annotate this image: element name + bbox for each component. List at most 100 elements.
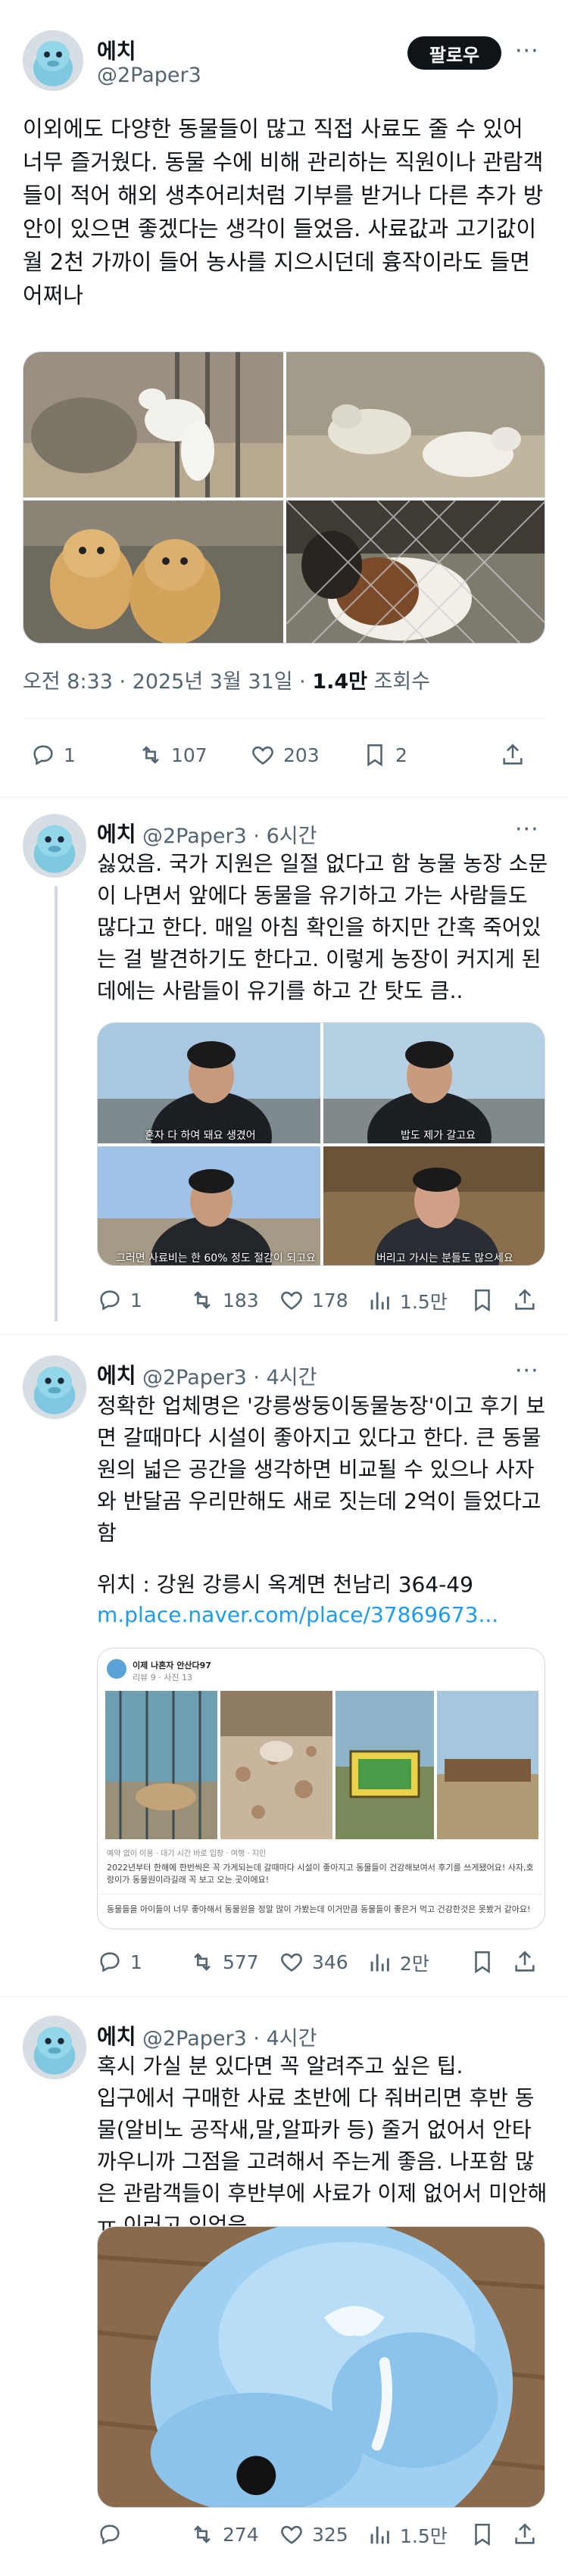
media-farmer-4[interactable] [323,1146,545,1265]
author-handle[interactable]: @2Paper3 · 4시간 [142,2022,317,2051]
review-bottom-text: 동물들을 아이들이 너무 좋아해서 동물원을 정말 많이 가봤는데 이거만큼 동… [107,1904,531,1914]
review-meta-line: 예약 없이 이용 · 대기 시간 바로 입장 · 여행 · 지인 [107,1850,267,1858]
avatar[interactable] [23,814,86,878]
bookmark-button[interactable]: 2 [362,742,407,768]
views-icon [370,2526,389,2544]
avatar[interactable] [23,1355,86,1419]
author-name[interactable]: 에치 [97,35,136,65]
reviewer-name: 이제 나혼자 안산다97 [133,1661,211,1670]
media-pony[interactable] [286,501,545,643]
tweet-text: 이외에도 다양한 동물들이 많고 직접 사료도 줄 수 있어 너무 즐거웠다. … [23,116,544,308]
share-icon [515,1951,535,1972]
avatar[interactable] [23,2016,86,2079]
bookmark-icon [475,1951,490,1974]
reply-icon [100,2525,120,2545]
view-count: 1.4만 [312,670,367,694]
review-text: 2022년부터 한해에 한번씩은 꼭 가게되는데 갈때마다 시설이 좋아지고 동… [107,1863,534,1885]
media-crying-character[interactable] [98,2227,545,2507]
retweet-count: 274 [223,2523,259,2546]
author-handle[interactable]: @2Paper3 [97,64,201,87]
share-icon [503,744,523,765]
reply-button[interactable]: 1 [30,742,76,768]
media-caption: 그러면 사료비는 한 60% 정도 절감이 되고요 [116,1252,316,1265]
review-photo [437,1691,538,1839]
media-caption: 밥도 제가 갈고요 [401,1130,476,1142]
like-count: 346 [312,1951,348,1973]
bookmark-button[interactable] [470,2521,503,2547]
share-button[interactable] [500,742,533,768]
author-name[interactable]: 에치 [97,2020,136,2051]
reply-icon [100,1290,120,1311]
media-caption: 혼자 다 하여 돼요 생겼어 [145,1130,256,1142]
bookmark-button[interactable] [470,1287,503,1313]
more-icon[interactable]: ··· [515,38,539,64]
reply-text: 정확한 업체명은 '강릉쌍둥이동물농장'이고 후기 보면 갈때마다 시설이 좋아… [97,1393,548,1545]
link-preview-card[interactable]: 이제 나혼자 안산다97 리뷰 9 · 사진 13 예약 없이 이용 · 대기 … [97,1648,545,1929]
like-button[interactable]: 178 [279,1287,348,1313]
tweet-media-grid[interactable] [23,351,545,644]
media-white-fox[interactable] [23,352,283,497]
share-button[interactable] [512,1287,545,1313]
author-name[interactable]: 에치 [97,818,136,848]
reply-count: 1 [130,1289,142,1311]
views-icon [370,1954,389,1972]
retweet-icon [194,1291,211,1309]
bookmark-button[interactable] [470,1949,503,1975]
like-button[interactable]: 325 [279,2521,348,2547]
tweet-timestamp[interactable]: 오전 8:33 · 2025년 3월 31일 · 1.4만 조회수 [23,665,430,694]
like-button[interactable]: 346 [279,1949,348,1975]
media-puppies[interactable] [23,501,283,643]
place-link[interactable]: m.place.naver.com/place/37869673... [97,1602,498,1627]
reply-button[interactable] [97,2521,130,2547]
review-photo [105,1691,217,1839]
reply-icon [33,745,53,766]
like-count: 325 [312,2523,348,2546]
reply-count: 1 [130,1951,142,1973]
like-button[interactable]: 203 [250,742,320,768]
review-photo [220,1691,332,1839]
media-farmer-3[interactable] [98,1146,320,1265]
retweet-button[interactable]: 577 [189,1949,259,1975]
retweet-icon [194,2525,211,2543]
view-count: 1.5만 [400,2525,448,2547]
like-count: 203 [283,744,320,766]
author-name[interactable]: 에치 [97,1359,136,1389]
divider [23,718,545,719]
share-icon [515,1289,535,1310]
retweet-button[interactable]: 183 [189,1287,259,1313]
views-button[interactable]: 2만 [367,1949,429,1976]
bookmark-icon [475,1289,490,1312]
reply-button[interactable]: 1 [97,1949,142,1975]
views-button[interactable]: 1.5만 [367,1287,448,1315]
reviewer-avatar [107,1659,126,1679]
reply-button[interactable]: 1 [97,1287,142,1313]
view-count: 2만 [400,1953,429,1975]
media-farmer-2[interactable] [323,1023,545,1143]
views-button[interactable]: 1.5만 [367,2521,448,2549]
media-farmer-1[interactable] [98,1023,320,1143]
author-handle[interactable]: @2Paper3 · 6시간 [142,819,317,849]
author-handle[interactable]: @2Paper3 · 4시간 [142,1361,317,1390]
more-icon[interactable]: ··· [515,1358,539,1384]
view-count: 1.5만 [400,1291,448,1313]
retweet-icon [142,746,159,764]
avatar[interactable] [23,30,83,91]
reply-text: 싫었음. 국가 지원은 일절 없다고 함 농물 농장 소문이 나면서 앞에다 동… [97,851,548,1003]
retweet-icon [194,1953,211,1971]
share-button[interactable] [512,1949,545,1975]
views-icon [370,1292,389,1310]
reply-media[interactable] [97,2226,545,2508]
timestamp-text[interactable]: 오전 8:33 · 2025년 3월 31일 · [23,670,312,694]
reviewer-meta: 리뷰 9 · 사진 13 [133,1673,192,1683]
reply-icon [100,1952,120,1973]
follow-button[interactable]: 팔로우 [407,36,501,70]
retweet-button[interactable]: 107 [138,742,208,768]
reply-media-grid[interactable]: 혼자 다 하여 돼요 생겼어 밥도 제가 갈고요 그러면 사료비는 한 60% … [97,1022,545,1266]
media-two-foxes[interactable] [286,352,545,497]
retweet-button[interactable]: 274 [189,2521,259,2547]
share-button[interactable] [512,2521,545,2547]
divider [0,1996,568,1997]
media-caption: 버리고 가시는 분들도 많으세요 [376,1252,513,1265]
reply-text: 혹시 가실 분 있다면 꼭 알려주고 싶은 팁. 입구에서 구매한 사료 초반에… [97,2054,548,2238]
more-icon[interactable]: ··· [515,816,539,843]
